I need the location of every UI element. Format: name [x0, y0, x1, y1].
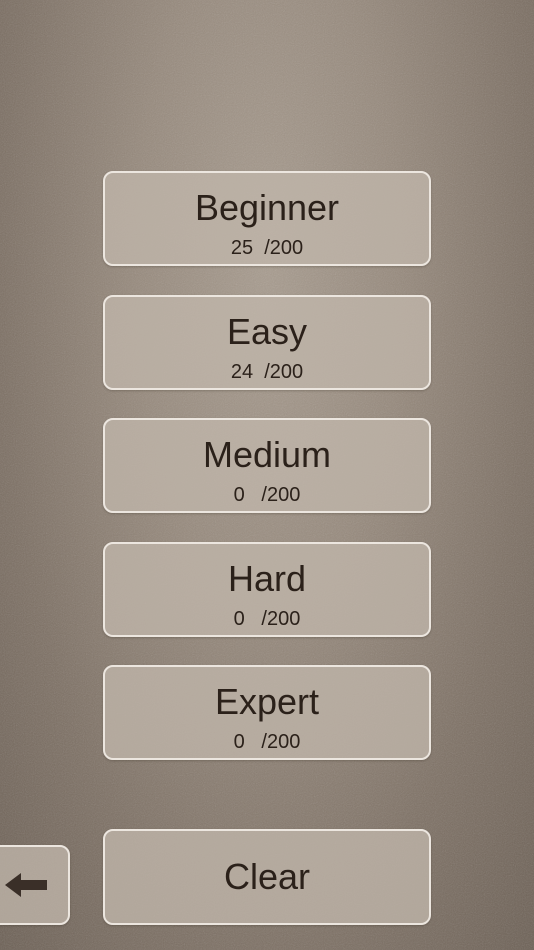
level-score: 0 /200 [233, 731, 301, 753]
back-button[interactable] [0, 845, 70, 925]
level-button-medium[interactable]: Medium 0 /200 [103, 418, 431, 513]
level-score: 0 /200 [233, 484, 301, 506]
level-button-expert[interactable]: Expert 0 /200 [103, 665, 431, 760]
level-score: 25 /200 [230, 237, 304, 259]
level-button-easy[interactable]: Easy 24 /200 [103, 294, 431, 390]
level-button-beginner[interactable]: Beginner 25 /200 [103, 171, 431, 266]
level-button-hard[interactable]: Hard 0 /200 [103, 541, 431, 637]
level-score: 0 /200 [233, 607, 301, 630]
level-name: Beginner [194, 187, 340, 228]
level-name: Expert [214, 681, 320, 722]
level-name: Hard [227, 557, 307, 599]
clear-button[interactable]: Clear [103, 829, 431, 925]
level-list: Beginner 25 /200 Easy 24 /200 Medium 0 /… [103, 171, 431, 789]
level-score: 24 /200 [230, 360, 304, 383]
arrow-left-icon [5, 873, 47, 897]
level-name: Medium [202, 434, 332, 475]
level-name: Easy [226, 310, 308, 352]
